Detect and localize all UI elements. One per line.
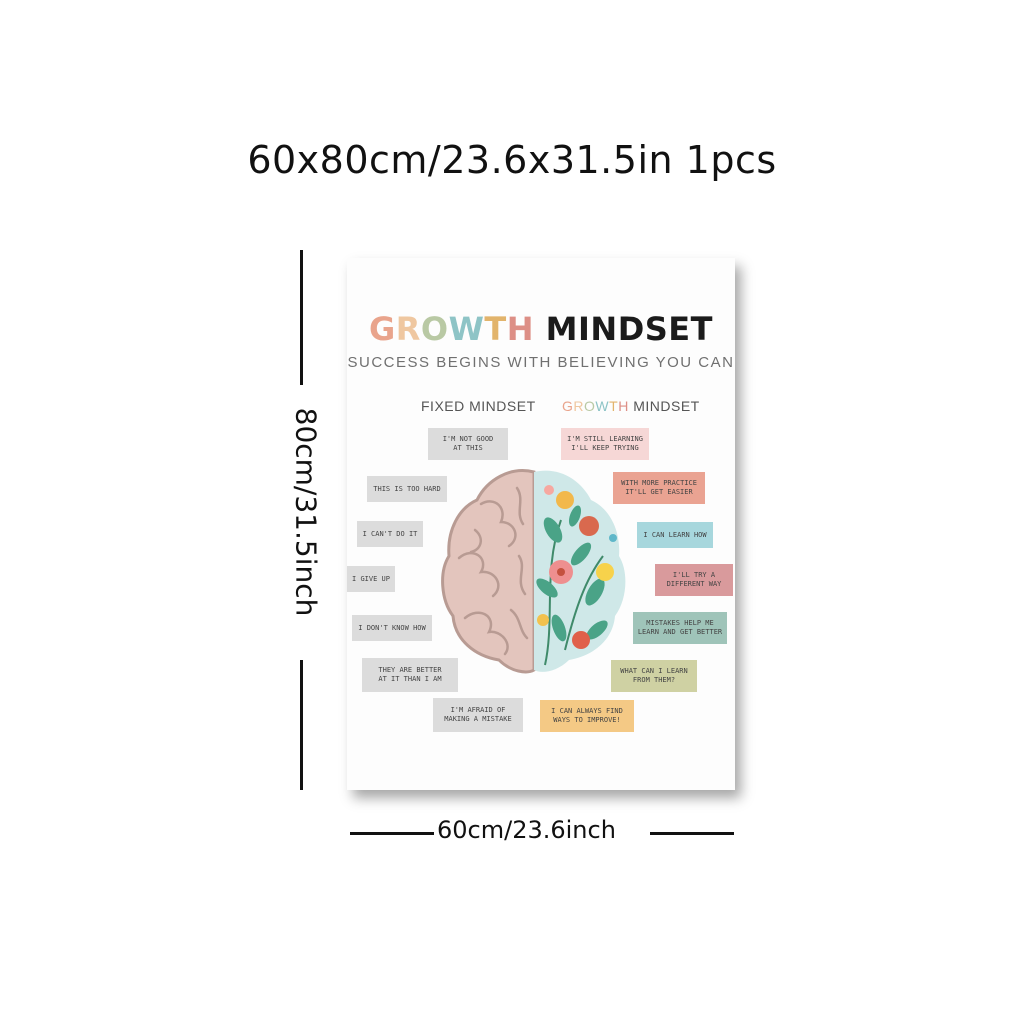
width-dimension-label: 60cm/23.6inch: [437, 816, 616, 844]
title-letter: G: [562, 398, 574, 414]
growth-statement: I CAN LEARN HOW: [637, 522, 713, 548]
height-dimension-line-bottom: [300, 660, 303, 790]
growth-statement: MISTAKES HELP ME LEARN AND GET BETTER: [633, 612, 727, 644]
title-letter: H: [618, 398, 629, 414]
poster-title-growth: GROWTH: [369, 310, 534, 348]
fixed-statement: I CAN'T DO IT: [357, 521, 423, 547]
title-letter: W: [448, 310, 485, 348]
poster-subtitle: SUCCESS BEGINS WITH BELIEVING YOU CAN: [347, 354, 735, 371]
height-dimension-label: 80cm/31.5inch: [289, 407, 323, 617]
product-size-header: 60x80cm/23.6x31.5in 1pcs: [247, 138, 777, 182]
fixed-statement: I'M NOT GOOD AT THIS: [428, 428, 508, 460]
fixed-statement: I'M AFRAID OF MAKING A MISTAKE: [433, 698, 523, 732]
title-letter: W: [595, 398, 610, 414]
title-letter: O: [420, 310, 449, 348]
growth-mindset-poster: GROWTH MINDSET SUCCESS BEGINS WITH BELIE…: [347, 258, 735, 790]
brain-illustration: [441, 469, 626, 674]
title-letter: O: [584, 398, 596, 414]
width-dimension-line-left: [350, 832, 434, 835]
title-letter: H: [506, 310, 535, 348]
title-letter: T: [609, 398, 619, 414]
fixed-mindset-heading: FIXED MINDSET: [421, 398, 536, 414]
growth-statement: I CAN ALWAYS FIND WAYS TO IMPROVE!: [540, 700, 634, 732]
growth-statement: I'LL TRY A DIFFERENT WAY: [655, 564, 733, 596]
poster-title-mindset: MINDSET: [545, 310, 713, 348]
growth-heading-rest: MINDSET: [633, 398, 700, 414]
title-letter: R: [395, 310, 421, 348]
poster-title: GROWTH MINDSET: [347, 310, 735, 348]
width-dimension-line-right: [650, 832, 734, 835]
height-dimension-line-top: [300, 250, 303, 385]
growth-heading-word: GROWTH: [562, 398, 629, 414]
fixed-statement: I DON'T KNOW HOW: [352, 615, 432, 641]
growth-statement: I'M STILL LEARNING I'LL KEEP TRYING: [561, 428, 649, 460]
title-letter: R: [573, 398, 585, 414]
fixed-statement: I GIVE UP: [347, 566, 395, 592]
growth-mindset-heading: GROWTH MINDSET: [562, 398, 700, 414]
title-letter: T: [484, 310, 507, 348]
title-letter: G: [369, 310, 396, 348]
